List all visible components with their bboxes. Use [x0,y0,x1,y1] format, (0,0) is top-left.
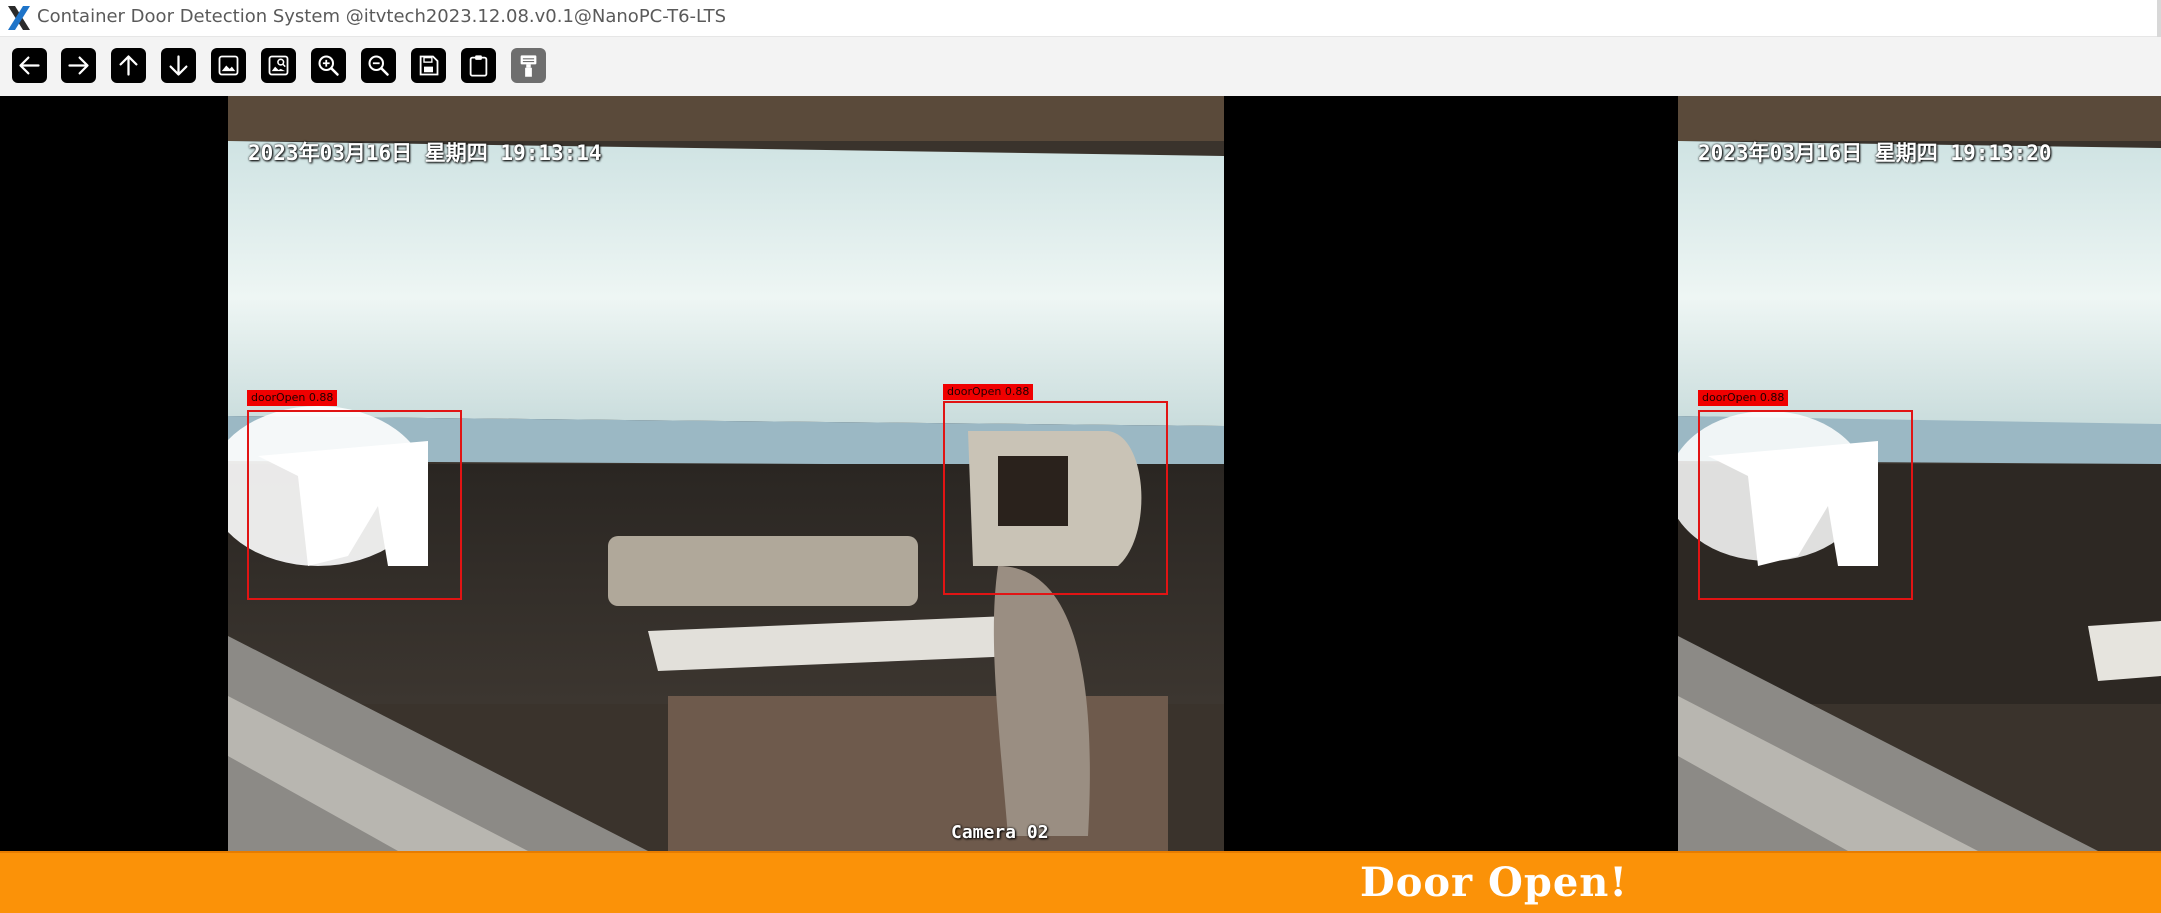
arrow-right-icon [68,56,89,75]
image-icon [218,55,239,76]
up-button[interactable] [111,48,146,83]
zoom-out-icon [368,55,389,76]
frame-1-timestamp: 2023年03月16日 星期四 19:13:14 [248,141,602,165]
status-bar: Door Open! [0,851,2161,913]
save-icon [419,55,439,76]
detection-label: doorOpen 0.88 [1698,390,1789,406]
title-bar: Container Door Detection System @itvtech… [0,0,2161,96]
detection-box [943,401,1168,595]
back-button[interactable] [12,48,47,83]
frame-2-timestamp: 2023年03月16日 星期四 19:13:20 [1698,141,2052,165]
frame-1-camera-label: Camera 02 [951,822,1049,843]
x-logo-icon [8,6,30,30]
detection-box [247,410,462,600]
door-status-message: Door Open! [1360,859,1628,906]
image-search-button[interactable] [261,48,296,83]
window-title: Container Door Detection System @itvtech… [37,6,727,27]
zoom-out-button[interactable] [361,48,396,83]
detection-label: doorOpen 0.88 [247,390,338,406]
save-button[interactable] [411,48,446,83]
arrow-down-icon [169,55,188,76]
format-painter-icon [520,55,537,77]
clipboard-icon [469,55,488,77]
clipboard-button[interactable] [461,48,496,83]
arrow-left-icon [19,56,40,75]
format-painter-button[interactable] [511,48,546,83]
image-button[interactable] [211,48,246,83]
video-display-area: 2023年03月16日 星期四 19:13:14 Camera 02 doorO… [0,96,2161,851]
forward-button[interactable] [61,48,96,83]
camera-frame-2: 2023年03月16日 星期四 19:13:20 doorOpen 0.88 [1678,96,2161,851]
image-search-icon [268,55,289,76]
zoom-in-icon [318,55,339,76]
zoom-in-button[interactable] [311,48,346,83]
down-button[interactable] [161,48,196,83]
toolbar [0,37,2161,96]
detection-label: doorOpen 0.88 [943,384,1034,400]
detection-box [1698,410,1913,600]
arrow-up-icon [119,55,138,76]
camera-frame-1: 2023年03月16日 星期四 19:13:14 Camera 02 doorO… [228,96,1224,851]
